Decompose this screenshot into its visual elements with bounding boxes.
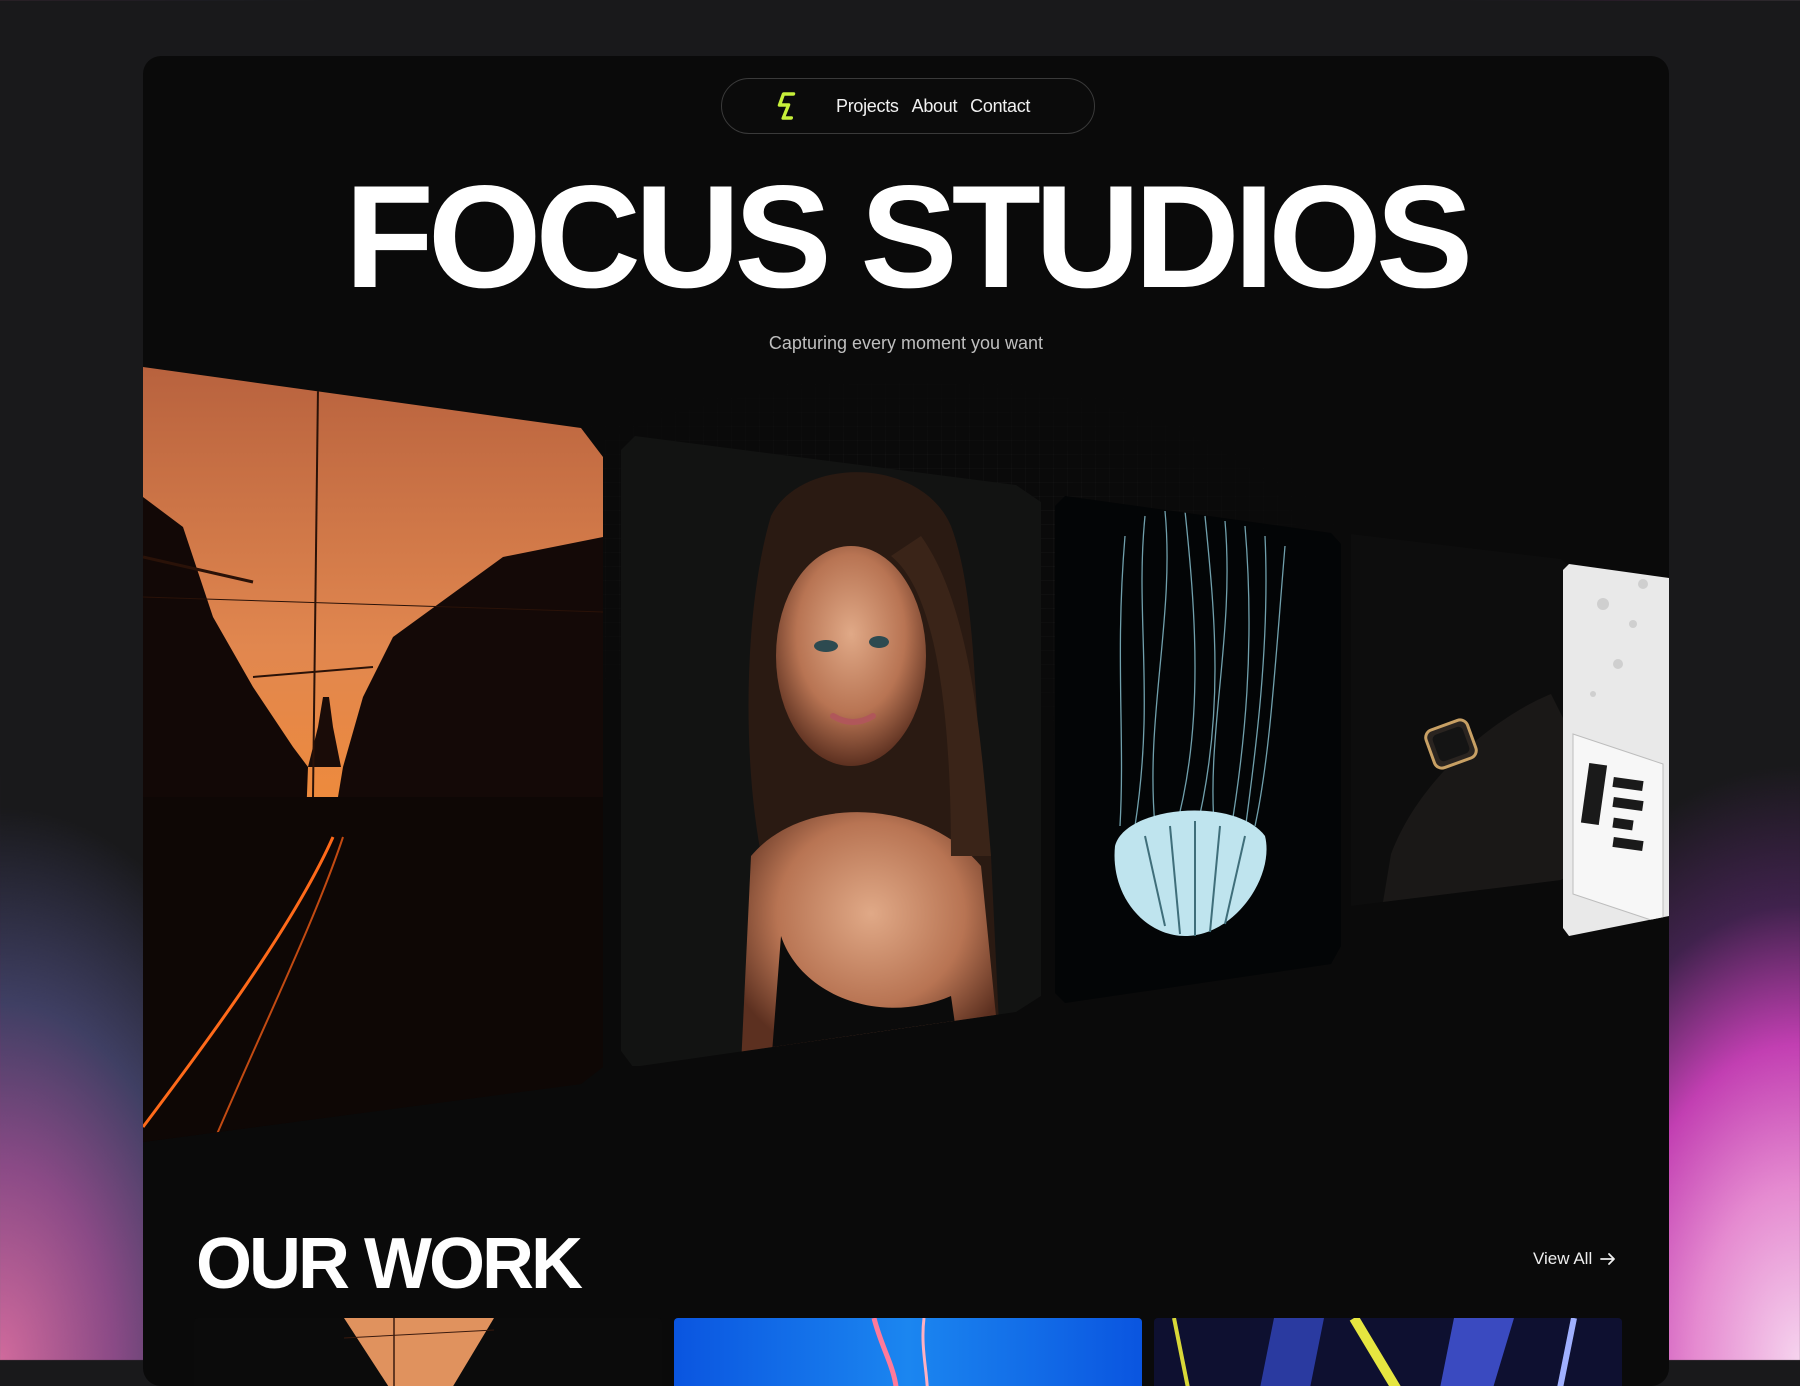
city-street-image <box>143 367 603 1142</box>
nav-link-about[interactable]: About <box>912 96 958 117</box>
concert-lights-thumb-image <box>1154 1318 1622 1386</box>
page-frame: Projects About Contact FOCUS STUDIOS Cap… <box>143 56 1669 1386</box>
view-all-link[interactable]: View All <box>1533 1249 1616 1269</box>
boxed-water-image <box>1563 564 1669 936</box>
watch-image <box>1351 534 1571 906</box>
hero-title: FOCUS STUDIOS <box>344 155 1474 318</box>
nav-links: Projects About Contact <box>836 96 1030 117</box>
nav-link-projects[interactable]: Projects <box>836 96 899 117</box>
gallery-card-boxed-water[interactable] <box>1563 564 1669 936</box>
arrow-right-icon <box>1600 1253 1616 1265</box>
logo-icon[interactable] <box>774 91 796 121</box>
jellyfish-image <box>1055 496 1341 1003</box>
nav-bar: Projects About Contact <box>721 78 1095 134</box>
sunset-street-thumb-image <box>194 1318 662 1386</box>
view-all-label: View All <box>1533 1249 1593 1268</box>
portrait-image <box>621 436 1041 1066</box>
work-thumbnail-concert-lights[interactable] <box>1154 1318 1622 1386</box>
nav-link-contact[interactable]: Contact <box>970 96 1030 117</box>
work-thumbnail-sunset-street[interactable] <box>194 1318 662 1386</box>
gallery-card-city-street[interactable] <box>143 367 603 1142</box>
gallery-card-jellyfish[interactable] <box>1055 496 1341 1003</box>
gallery-card-watch[interactable] <box>1351 534 1571 906</box>
underwater-thumb-image <box>871 1318 929 1386</box>
hero-subtitle: Capturing every moment you want <box>768 333 1044 353</box>
gallery-card-portrait[interactable] <box>621 436 1041 1066</box>
section-title-our-work: OUR WORK <box>196 1224 583 1304</box>
work-thumbnail-underwater[interactable] <box>674 1318 1142 1386</box>
